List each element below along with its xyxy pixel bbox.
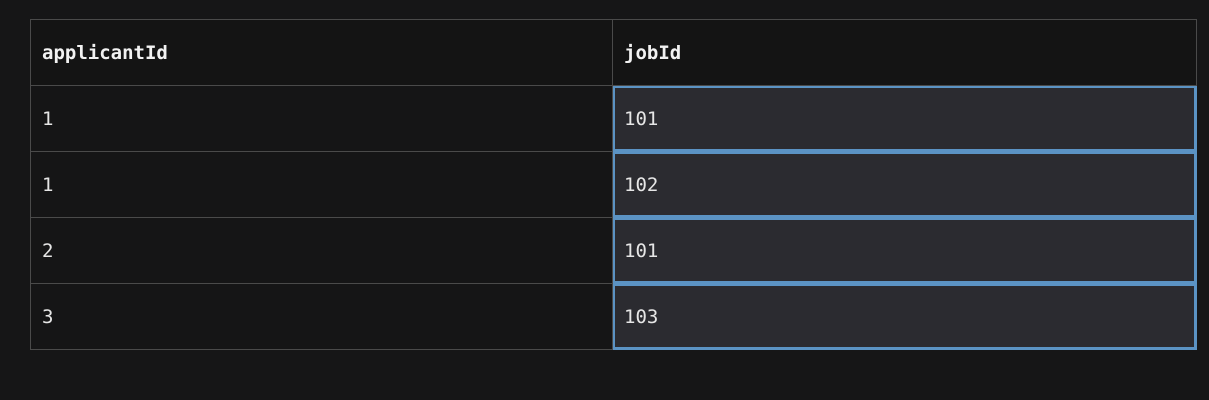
table-cell-jobid-selected[interactable]: 103 [612,283,1197,350]
column-header-applicantid[interactable]: applicantId [30,19,613,86]
table-cell-applicantid[interactable]: 1 [30,85,613,152]
table-row: 2 101 [30,217,1197,284]
table-cell-applicantid[interactable]: 1 [30,151,613,218]
results-table-container: applicantId jobId 1 101 1 102 2 101 3 10… [30,19,1197,350]
table-row: 3 103 [30,283,1197,350]
table-row: 1 102 [30,151,1197,218]
table-cell-applicantid[interactable]: 3 [30,283,613,350]
table-cell-jobid-selected[interactable]: 101 [612,217,1197,284]
table-header-row: applicantId jobId [30,19,1197,86]
column-header-jobid[interactable]: jobId [612,19,1197,86]
table-cell-jobid-selected[interactable]: 102 [612,151,1197,218]
table-cell-applicantid[interactable]: 2 [30,217,613,284]
table-row: 1 101 [30,85,1197,152]
table-cell-jobid-selected[interactable]: 101 [612,85,1197,152]
results-table: applicantId jobId 1 101 1 102 2 101 3 10… [30,19,1197,350]
